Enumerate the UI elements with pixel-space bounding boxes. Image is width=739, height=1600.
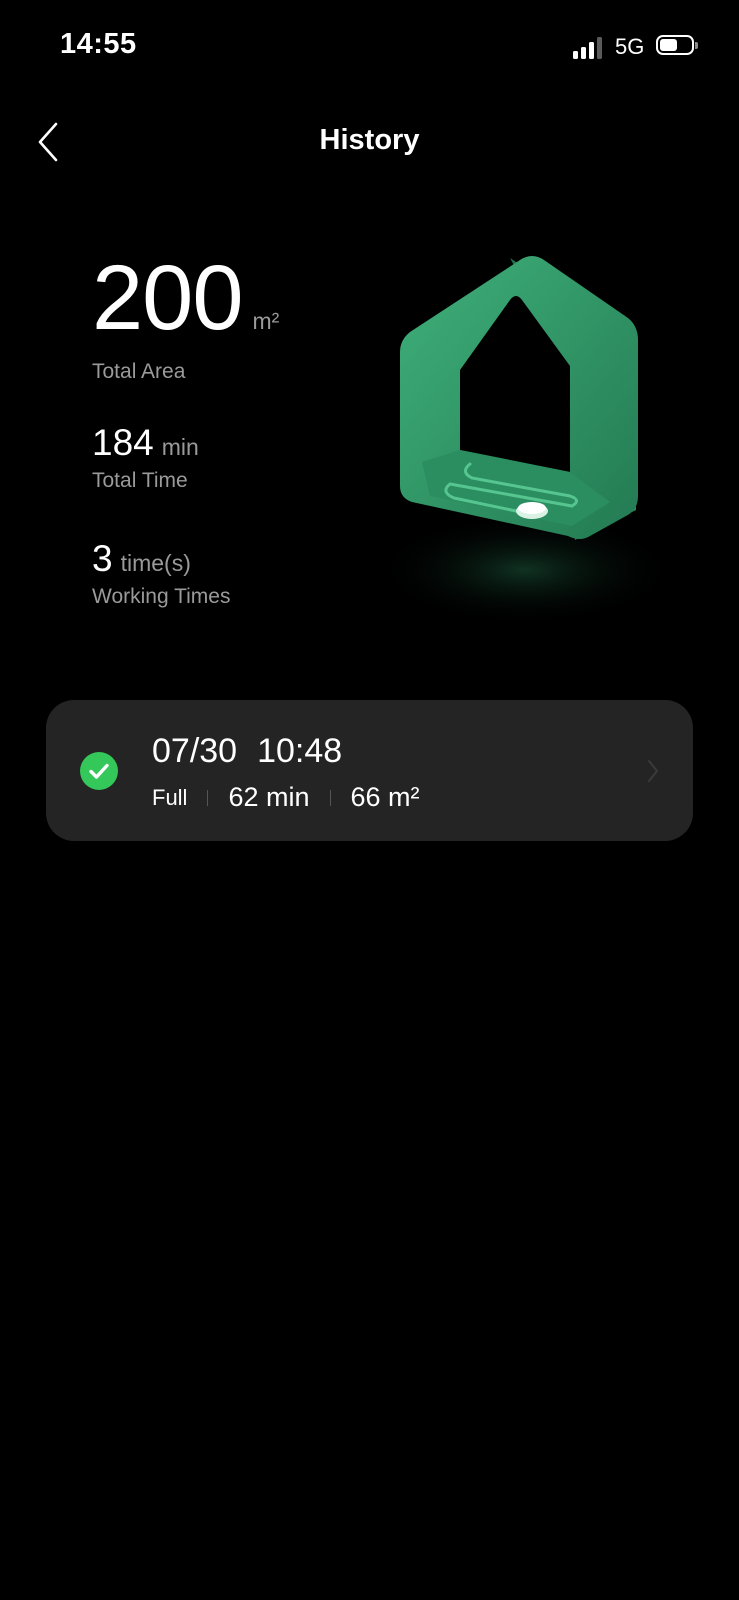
divider [329, 789, 331, 806]
record-area: 66 m² [350, 782, 420, 812]
record-date: 07/30 [152, 732, 238, 770]
total-area-stat: 200 m² Total Area [92, 252, 279, 384]
total-time-unit: min [161, 434, 199, 460]
battery-icon [656, 35, 698, 57]
page-title: History [319, 124, 420, 156]
working-times-label: Working Times [92, 585, 231, 608]
total-time-value: 184 [92, 422, 154, 463]
record-duration: 62 min [228, 782, 310, 812]
record-datetime: 07/30 10:48 [152, 732, 342, 771]
status-bar: 14:55 5G [0, 0, 739, 96]
history-record-card[interactable]: 07/30 10:48 Full 62 min 66 m² [46, 700, 693, 841]
total-area-label: Total Area [92, 360, 186, 383]
network-label: 5G [615, 34, 645, 59]
total-area-value: 200 [92, 247, 243, 349]
record-time: 10:48 [257, 732, 343, 770]
chevron-right-icon [648, 760, 658, 782]
divider [207, 789, 209, 806]
total-area-unit: m² [252, 308, 280, 334]
working-times-unit: time(s) [120, 550, 191, 576]
working-times-stat: 3 time(s) Working Times [92, 540, 230, 609]
status-time: 14:55 [60, 28, 137, 60]
house-illustration [360, 240, 700, 640]
total-time-stat: 184 min Total Time [92, 424, 199, 493]
signal-icon [573, 35, 605, 59]
house-icon [375, 256, 675, 625]
record-details: Full 62 min 66 m² [152, 782, 420, 813]
working-times-value: 3 [92, 538, 113, 579]
total-time-label: Total Time [92, 469, 188, 492]
check-circle-icon [80, 752, 118, 790]
record-mode: Full [152, 784, 188, 810]
